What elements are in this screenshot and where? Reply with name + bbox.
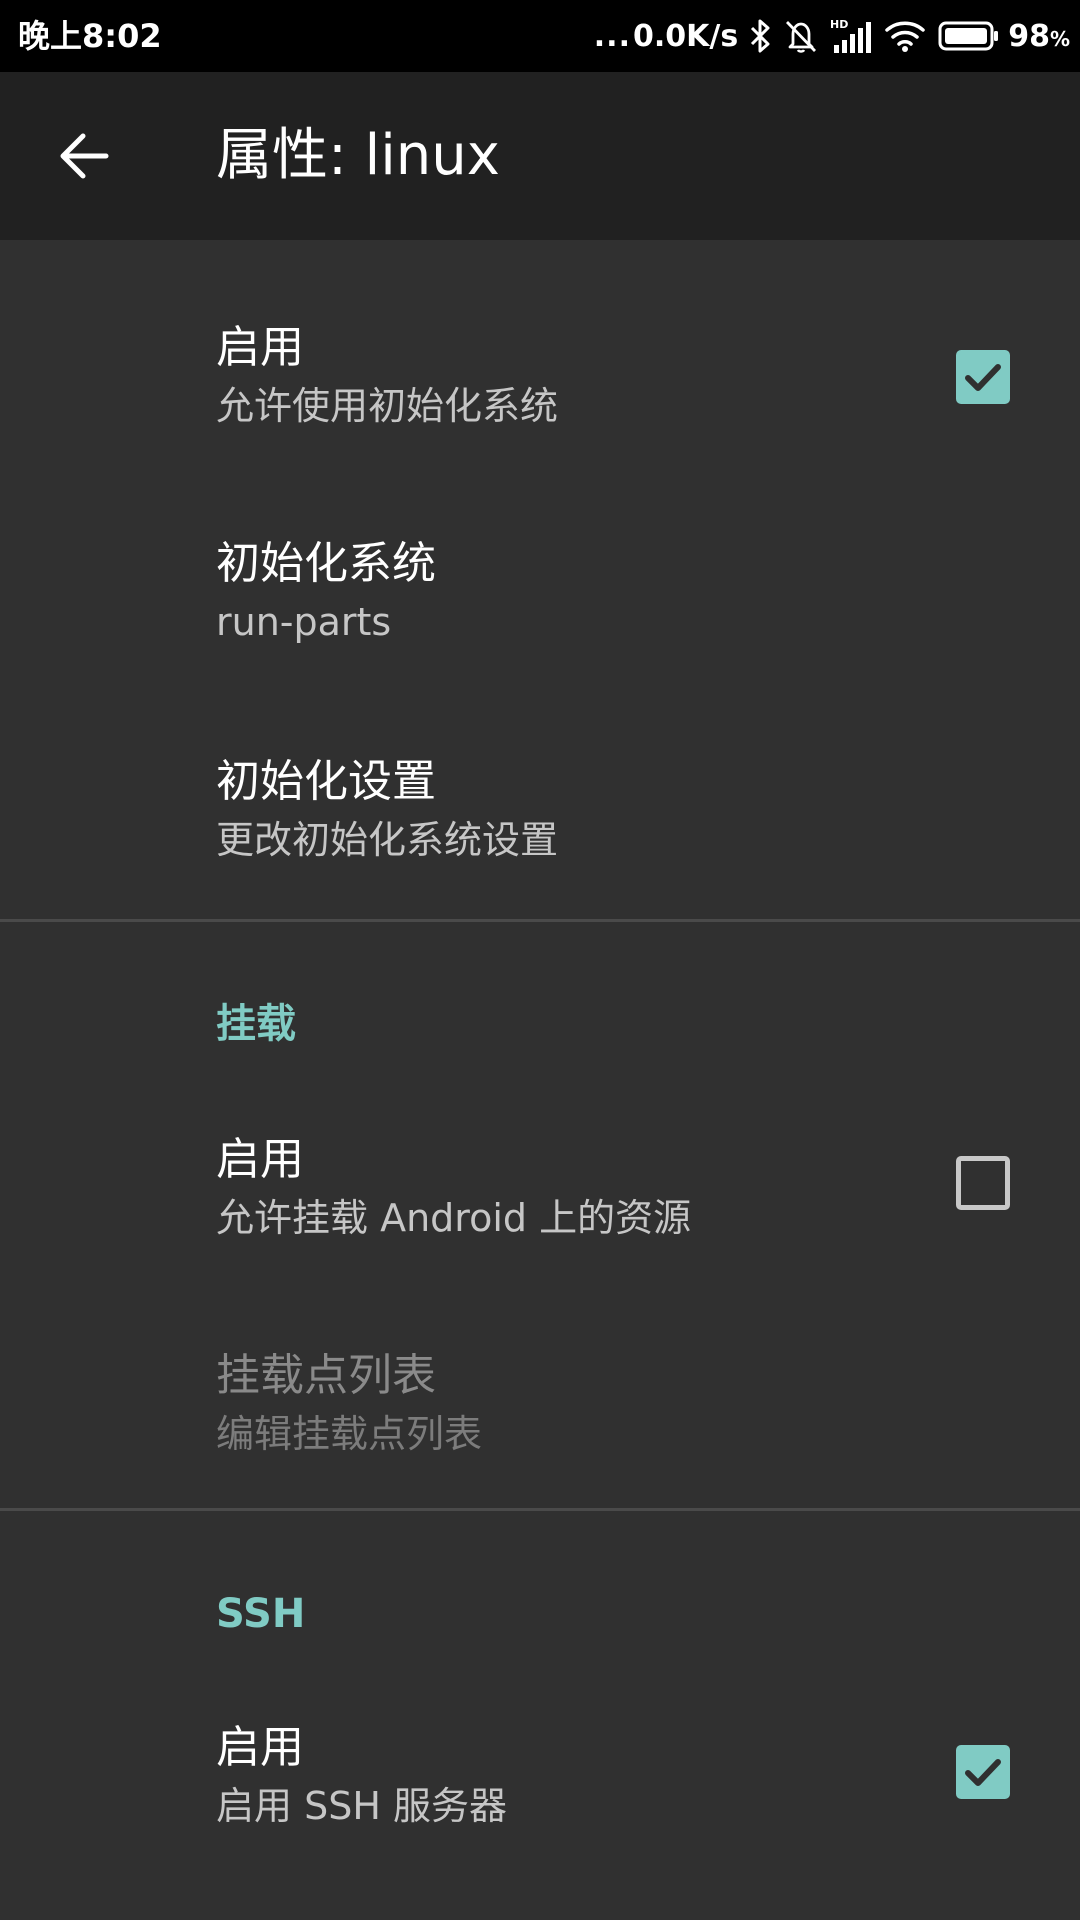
section-header-mount: 挂载 [216,1001,296,1047]
check-icon [965,364,1001,391]
check-icon [965,1759,1001,1786]
pref-title: 启用 [216,322,304,373]
settings-screen: 晚上8:02 ... 0.0K/s HD 98% 属性: linux 启用 允许… [0,0,1080,1920]
section-header-ssh: SSH [216,1591,306,1637]
battery-percent-unit: % [1049,26,1070,51]
section-divider [0,919,1080,922]
pref-summary: 编辑挂载点列表 [216,1412,483,1456]
pref-title: 初始化设置 [216,756,436,807]
toolbar: 属性: linux [0,72,1080,240]
pref-init-settings[interactable]: 初始化设置 更改初始化系统设置 [0,728,1080,900]
pref-summary: 更改初始化系统设置 [216,818,559,862]
pref-summary: run-parts [216,600,392,644]
pref-title: 启用 [216,1134,304,1185]
pref-init-system[interactable]: 初始化系统 run-parts [0,510,1080,682]
pref-summary: 允许使用初始化系统 [216,384,559,428]
ssh-enable-checkbox[interactable] [956,1745,1010,1799]
battery-icon [938,20,1000,52]
battery-percent: 98% [1008,19,1070,54]
back-button[interactable] [44,116,124,196]
mute-bell-icon [784,18,818,54]
bluetooth-icon [748,18,772,54]
status-icons: ... 0.0K/s HD 98% [594,12,1070,60]
section-divider [0,1508,1080,1511]
pref-mount-enable[interactable]: 启用 允许挂载 Android 上的资源 [0,1096,1080,1268]
pref-ssh-enable[interactable]: 启用 启用 SSH 服务器 [0,1686,1080,1858]
status-more-dots: ... [593,18,631,54]
status-time: 晚上8:02 [18,17,162,55]
network-speed: 0.0K/s [632,18,739,54]
page-title: 属性: linux [216,123,500,188]
pref-title: 启用 [216,1722,304,1773]
mount-enable-checkbox[interactable] [956,1156,1010,1210]
pref-mount-list: 挂载点列表 编辑挂载点列表 [0,1316,1080,1488]
battery-percent-value: 98 [1008,18,1050,54]
arrow-back-icon [60,133,109,179]
status-bar: 晚上8:02 ... 0.0K/s HD 98% [0,0,1080,72]
hd-signal-icon: HD [830,17,872,55]
init-enable-checkbox[interactable] [956,350,1010,404]
pref-title: 挂载点列表 [216,1350,436,1401]
pref-summary: 启用 SSH 服务器 [216,1784,507,1828]
pref-title: 初始化系统 [216,538,436,589]
wifi-icon [884,18,926,54]
pref-summary: 允许挂载 Android 上的资源 [216,1196,692,1240]
pref-init-enable[interactable]: 启用 允许使用初始化系统 [0,290,1080,462]
svg-text:HD: HD [830,18,848,31]
